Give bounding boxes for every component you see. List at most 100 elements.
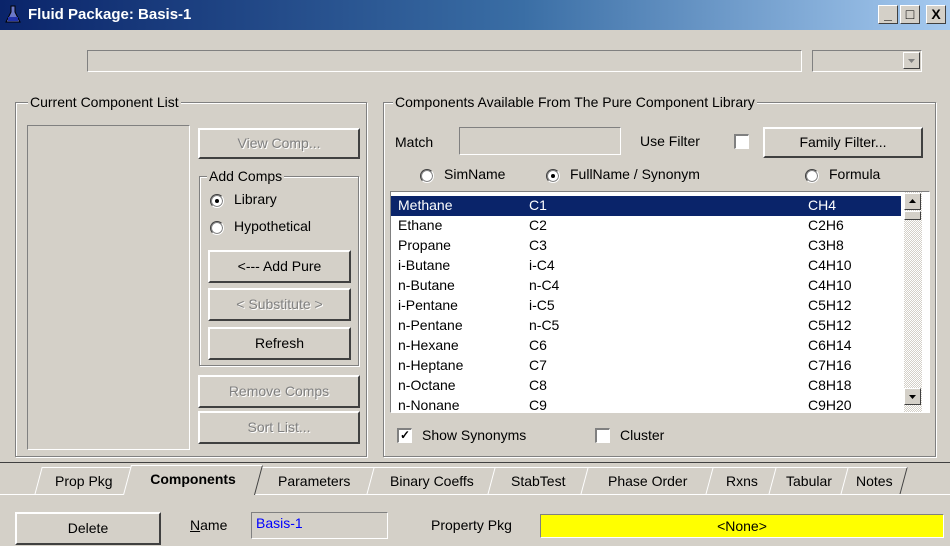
list-item-formula: C5H12	[808, 317, 852, 333]
window-title: Fluid Package: Basis-1	[28, 6, 192, 23]
arrow-down-icon	[909, 395, 916, 399]
tab-label: StabTest	[511, 473, 566, 489]
scroll-thumb[interactable]	[904, 211, 921, 220]
list-item-sim: C9	[529, 397, 547, 413]
name-field[interactable]: Basis-1	[251, 512, 388, 539]
top-status-field[interactable]	[87, 50, 802, 72]
list-item[interactable]: Methane C1 CH4	[391, 196, 901, 216]
list-item[interactable]: Ethane C2 C2H6	[391, 216, 901, 236]
list-item-formula: C4H10	[808, 277, 852, 293]
tab-binary-coeffs[interactable]: Binary Coeffs	[366, 467, 497, 495]
list-item[interactable]: n-Hexane C6 C6H14	[391, 336, 901, 356]
delete-button[interactable]: Delete	[15, 512, 161, 545]
list-item[interactable]: n-Heptane C7 C7H16	[391, 356, 901, 376]
use-filter-checkbox[interactable]	[734, 134, 749, 149]
list-item-sim: C3	[529, 237, 547, 253]
chevron-down-icon[interactable]	[903, 52, 920, 69]
tab-label: Rxns	[725, 473, 758, 489]
simname-radio-label: SimName	[444, 166, 506, 182]
list-item-formula: C8H18	[808, 377, 852, 393]
pure-component-list[interactable]: Methane C1 CH4 Ethane C2 C2H6 Propane C3 C3H8 i-B…	[390, 191, 930, 413]
list-item-sim: n-C5	[529, 317, 560, 333]
list-item[interactable]: n-Pentane n-C5 C5H12	[391, 316, 901, 336]
list-item-formula: C4H10	[808, 257, 852, 273]
list-item-sim: C6	[529, 337, 547, 353]
tab-rxns[interactable]: Rxns	[705, 467, 778, 495]
scroll-down-button[interactable]	[904, 388, 921, 405]
show-synonyms-checkbox[interactable]: ✓	[397, 428, 412, 443]
cluster-label: Cluster	[620, 427, 665, 443]
current-component-list[interactable]	[27, 125, 190, 450]
list-item-sim: C7	[529, 357, 547, 373]
list-item-sim: C1	[529, 197, 547, 213]
property-pkg-field[interactable]: <None>	[540, 514, 944, 538]
minimize-button[interactable]: _	[878, 5, 898, 24]
list-item[interactable]: n-Nonane C9 C9H20	[391, 396, 901, 413]
fullname-radio[interactable]	[546, 169, 560, 183]
family-filter-button[interactable]: Family Filter...	[763, 127, 923, 158]
tab-tabular[interactable]: Tabular	[768, 467, 850, 495]
list-item-formula: CH4	[808, 197, 837, 213]
maximize-button[interactable]: □	[900, 5, 920, 24]
tab-label: Components	[150, 471, 237, 487]
list-item-formula: C2H6	[808, 217, 844, 233]
formula-radio-label: Formula	[829, 166, 881, 182]
tab-parameters[interactable]: Parameters	[253, 467, 376, 495]
tab-label: Prop Pkg	[55, 473, 113, 489]
view-comp-button[interactable]: View Comp...	[198, 128, 360, 159]
remove-comps-button[interactable]: Remove Comps	[198, 375, 360, 408]
library-group-label: Components Available From The Pure Compo…	[393, 94, 757, 110]
list-item-sim: i-C5	[529, 297, 555, 313]
list-item-name: i-Butane	[398, 257, 451, 273]
match-input[interactable]	[459, 127, 621, 155]
scroll-up-button[interactable]	[904, 193, 921, 210]
tab-prop-pkg[interactable]: Prop Pkg	[34, 467, 134, 495]
tab-label: Tabular	[786, 473, 832, 489]
list-item-name: Methane	[398, 197, 453, 213]
list-item[interactable]: Propane C3 C3H8	[391, 236, 901, 256]
list-item-name: Ethane	[398, 217, 443, 233]
substitute-button[interactable]: < Substitute >	[208, 288, 351, 321]
simname-radio[interactable]	[420, 169, 434, 183]
tab-label: Notes	[855, 473, 893, 489]
library-radio-label: Library	[234, 191, 277, 207]
tab-phase-order[interactable]: Phase Order	[580, 467, 715, 495]
list-item-name: n-Nonane	[398, 397, 460, 413]
tab-label: Parameters	[278, 473, 351, 489]
list-item-name: n-Butane	[398, 277, 455, 293]
list-item[interactable]: n-Butane n-C4 C4H10	[391, 276, 901, 296]
cluster-checkbox[interactable]	[595, 428, 610, 443]
library-radio[interactable]	[210, 194, 224, 208]
tab-label: Binary Coeffs	[389, 473, 474, 489]
add-pure-button[interactable]: <--- Add Pure	[208, 250, 351, 283]
list-item-sim: n-C4	[529, 277, 560, 293]
list-item-formula: C5H12	[808, 297, 852, 313]
sort-list-button[interactable]: Sort List...	[198, 411, 360, 444]
list-item-sim: i-C4	[529, 257, 555, 273]
tab-label: Phase Order	[607, 473, 688, 489]
hypothetical-radio-label: Hypothetical	[234, 218, 312, 234]
list-item-name: i-Pentane	[398, 297, 458, 313]
show-synonyms-label: Show Synonyms	[422, 427, 527, 443]
list-item-formula: C7H16	[808, 357, 852, 373]
top-dropdown[interactable]	[812, 50, 922, 72]
list-item-formula: C6H14	[808, 337, 852, 353]
tab-notes[interactable]: Notes	[840, 467, 908, 495]
tab-components[interactable]: Components	[122, 465, 264, 495]
list-scrollbar[interactable]	[904, 192, 922, 412]
list-item-name: n-Hexane	[398, 337, 459, 353]
refresh-button[interactable]: Refresh	[208, 327, 351, 360]
fullname-radio-label: FullName / Synonym	[570, 166, 700, 182]
close-button[interactable]: X	[926, 5, 946, 24]
current-component-label: Current Component List	[28, 94, 181, 110]
tab-stabtest[interactable]: StabTest	[487, 467, 590, 495]
formula-radio[interactable]	[805, 169, 819, 183]
list-item-formula: C3H8	[808, 237, 844, 253]
list-item-name: n-Heptane	[398, 357, 464, 373]
tab-strip-top-line	[0, 462, 950, 463]
hypothetical-radio[interactable]	[210, 221, 224, 235]
list-item[interactable]: i-Butane i-C4 C4H10	[391, 256, 901, 276]
list-item[interactable]: i-Pentane i-C5 C5H12	[391, 296, 901, 316]
list-item[interactable]: n-Octane C8 C8H18	[391, 376, 901, 396]
title-bar: Fluid Package: Basis-1 _ □ X	[0, 0, 950, 30]
